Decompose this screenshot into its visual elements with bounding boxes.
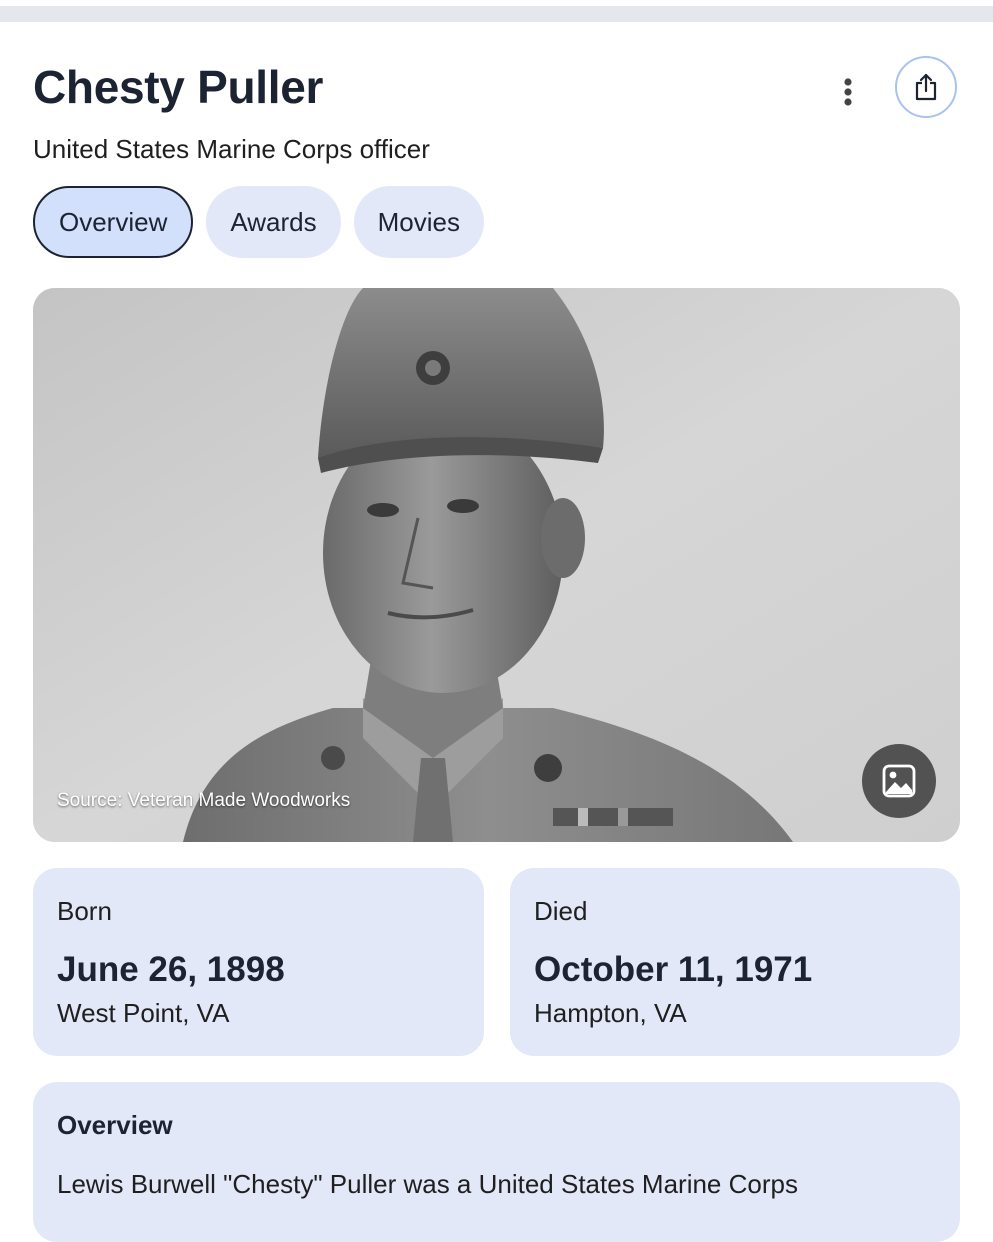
died-place: Hampton, VA: [534, 998, 687, 1028]
died-date: October 11, 1971: [534, 950, 813, 989]
image-icon: [882, 764, 916, 798]
portrait-photo: [33, 288, 960, 842]
image-source-caption[interactable]: Source: Veteran Made Woodworks: [57, 790, 350, 812]
more-options-button[interactable]: [826, 70, 870, 114]
overview-card: Overview Lewis Burwell "Chesty" Puller w…: [33, 1082, 960, 1242]
overview-heading: Overview: [57, 1110, 173, 1140]
born-date: June 26, 1898: [57, 950, 285, 989]
born-label: Born: [57, 896, 112, 926]
died-card[interactable]: Died October 11, 1971 Hampton, VA: [510, 868, 960, 1056]
died-label: Died: [534, 896, 588, 926]
tab-movies[interactable]: Movies: [353, 186, 484, 258]
page-title: Chesty Puller: [33, 61, 324, 113]
tab-overview[interactable]: Overview: [33, 186, 194, 258]
more-vertical-icon: [844, 78, 852, 106]
hero-image[interactable]: Source: Veteran Made Woodworks: [33, 288, 960, 842]
top-divider-strip: [0, 6, 993, 22]
share-icon: [915, 73, 937, 101]
tab-bar: Overview Awards Movies: [33, 186, 484, 258]
overview-text: Lewis Burwell "Chesty" Puller was a Unit…: [57, 1169, 798, 1199]
share-button[interactable]: [895, 56, 957, 118]
born-place: West Point, VA: [57, 998, 230, 1028]
tab-awards[interactable]: Awards: [206, 186, 341, 258]
view-images-button[interactable]: [862, 744, 936, 818]
page-subtitle: United States Marine Corps officer: [33, 134, 430, 164]
born-card[interactable]: Born June 26, 1898 West Point, VA: [33, 868, 484, 1056]
